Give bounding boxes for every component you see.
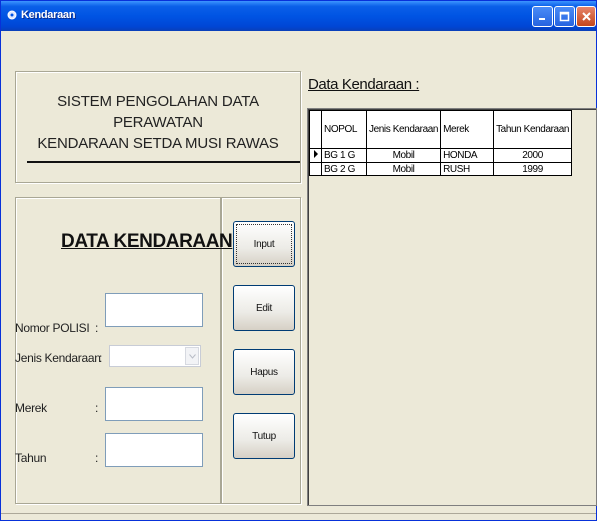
header-divider (27, 161, 300, 163)
row-selector[interactable] (309, 162, 322, 176)
minimize-button[interactable] (532, 6, 553, 27)
cell-nopol[interactable]: BG 1 G (321, 148, 367, 163)
edit-button[interactable]: Edit (233, 285, 295, 331)
nopol-input[interactable] (105, 293, 203, 327)
input-button[interactable]: Input (233, 221, 295, 267)
data-grid[interactable]: NOPOL Jenis Kendaraan Merek Tahun Kendar… (307, 108, 597, 506)
close-icon (581, 12, 591, 21)
merek-input[interactable] (105, 387, 203, 421)
maximize-icon (559, 11, 570, 22)
column-header-jenis[interactable]: Jenis Kendaraan (365, 110, 442, 149)
column-header-nopol[interactable]: NOPOL (321, 110, 367, 149)
cell-jenis[interactable]: Mobil (365, 148, 442, 163)
close-button[interactable] (576, 6, 596, 27)
system-title-line1: SISTEM PENGOLAHAN DATA PERAWATAN (57, 93, 259, 131)
grid-caption: Data Kendaraan : (308, 76, 420, 93)
tahun-label: Tahun (15, 451, 47, 465)
chevron-down-icon (188, 353, 196, 359)
jenis-colon: : (99, 351, 103, 365)
system-title: SISTEM PENGOLAHAN DATA PERAWATAN KENDARA… (15, 91, 301, 154)
maximize-button[interactable] (554, 6, 575, 27)
combobox-dropdown-button[interactable] (185, 347, 199, 365)
row-indicator-header (309, 110, 322, 149)
cell-jenis[interactable]: Mobil (365, 162, 442, 176)
tahun-colon: : (95, 451, 99, 465)
nopol-label: Nomor POLISI (15, 321, 90, 335)
nopol-colon: : (95, 321, 99, 335)
jenis-label: Jenis Kendaraan (15, 351, 101, 365)
system-title-line2: KENDARAAN SETDA MUSI RAWAS (37, 135, 279, 152)
column-header-merek[interactable]: Merek (440, 110, 495, 149)
form-title: DATA KENDARAAN (61, 231, 233, 252)
table-row[interactable]: BG 2 G Mobil RUSH 1999 (309, 162, 573, 176)
header-row: NOPOL Jenis Kendaraan Merek Tahun Kendar… (309, 110, 573, 149)
cell-tahun[interactable]: 1999 (493, 162, 573, 176)
merek-colon: : (95, 401, 99, 415)
cell-nopol[interactable]: BG 2 G (321, 162, 367, 176)
merek-label: Merek (15, 401, 47, 415)
bottom-edge (1, 513, 596, 521)
minimize-icon (539, 18, 545, 20)
data-table: NOPOL Jenis Kendaraan Merek Tahun Kendar… (309, 110, 573, 176)
window-title: Kendaraan (21, 9, 76, 21)
cell-merek[interactable]: HONDA (440, 148, 495, 163)
cell-tahun[interactable]: 2000 (493, 148, 573, 163)
row-selector-indicator[interactable] (309, 148, 322, 163)
title-bar[interactable]: Kendaraan (1, 1, 596, 31)
column-header-tahun[interactable]: Tahun Kendaraan (493, 110, 573, 149)
jenis-combobox[interactable] (109, 345, 201, 367)
kendaraan-window: Kendaraan SISTEM PENGOLAHAN DATA PERAWAT… (0, 0, 597, 521)
tahun-input[interactable] (105, 433, 203, 467)
table-row[interactable]: BG 1 G Mobil HONDA 2000 (309, 148, 573, 163)
cell-merek[interactable]: RUSH (440, 162, 495, 176)
current-row-arrow-icon (313, 150, 318, 158)
app-icon (7, 10, 17, 20)
hapus-button[interactable]: Hapus (233, 349, 295, 395)
tutup-button[interactable]: Tutup (233, 413, 295, 459)
